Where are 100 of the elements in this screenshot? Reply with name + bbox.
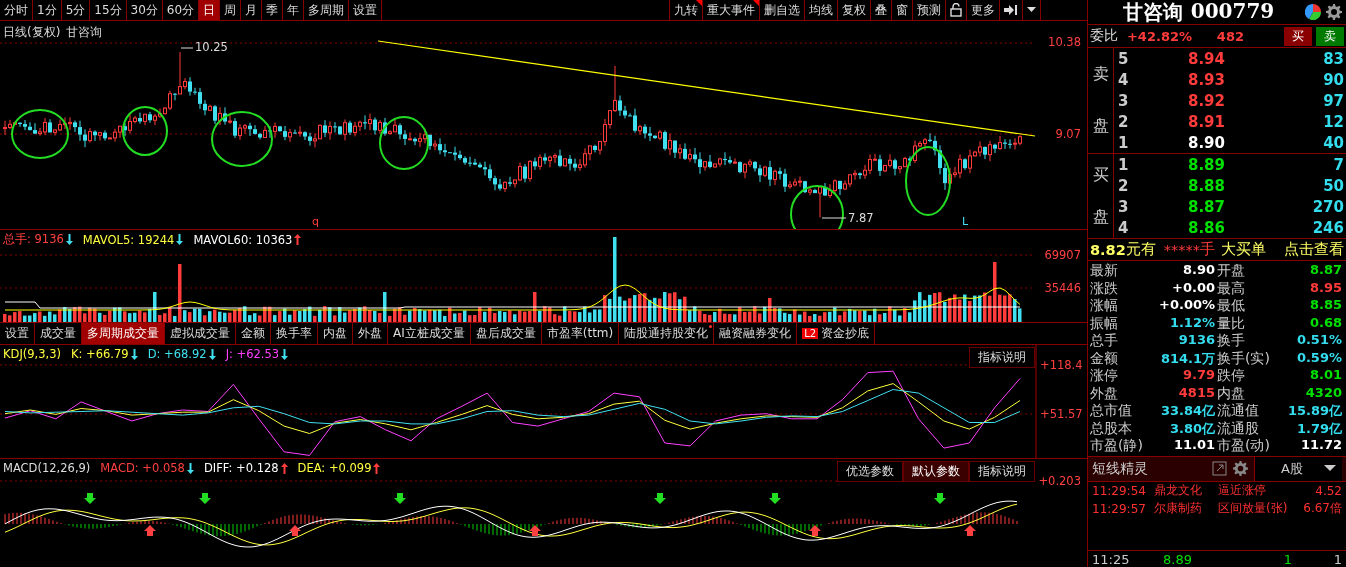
stock-code: 000779 [1190, 0, 1275, 25]
stat-value: 1.79亿 [1296, 419, 1342, 438]
indicator-button[interactable]: 默认参数 [903, 461, 969, 482]
order-volume: 246 [1311, 218, 1344, 237]
indicator-name: KDJ(9,3,3) [3, 347, 62, 361]
legend-label: DIFF: +0.128 [203, 461, 279, 475]
stat-value: +0.00% [1159, 297, 1215, 314]
indicator-button[interactable]: 指标说明 [969, 347, 1035, 368]
stat-label: 总市值 [1090, 402, 1132, 420]
legend-label: 总手: 9136 [3, 232, 64, 247]
period-tab[interactable]: 日 [199, 0, 221, 20]
stat-label: 最低 [1217, 297, 1245, 315]
stat-value: 0.59% [1296, 349, 1342, 367]
ratio-difference: 482 [1215, 28, 1244, 44]
axis-label: 9.07 [1055, 127, 1081, 141]
big-order-label: 大买单 [1221, 240, 1267, 259]
level-number: 3 [1117, 197, 1130, 216]
order-volume: 7 [1332, 155, 1344, 174]
order-price: 8.94 [1188, 49, 1225, 68]
stock-name: 甘咨询 [66, 24, 103, 41]
indicator-tab[interactable]: 陆股通持股变化 [619, 323, 715, 344]
stat-label: 跌停 [1217, 367, 1245, 385]
event-type: 逼近涨停 [1217, 482, 1267, 499]
stat-value: 8.01 [1309, 367, 1342, 384]
axis-label: 69907 [1044, 248, 1081, 262]
unit-label: 手 [1200, 240, 1216, 259]
level-number: 2 [1117, 176, 1130, 195]
axis-label: +118.4 [1040, 358, 1083, 372]
indicator-tab[interactable]: 融资融券变化 [714, 323, 798, 344]
order-price: 8.86 [1188, 218, 1225, 237]
stat-value: 8.90 [1182, 262, 1215, 279]
order-price: 8.89 [1188, 155, 1225, 174]
legend-label: D: +68.92 [147, 347, 207, 361]
big-order-text: 元有 [1125, 240, 1156, 259]
big-order-price: 8.82 [1090, 241, 1126, 258]
stat-value: 8.87 [1309, 262, 1342, 279]
order-price: 8.93 [1188, 70, 1225, 89]
stat-label: 涨跌 [1090, 279, 1118, 298]
stat-value: 0.68 [1309, 314, 1342, 332]
indicator-tab[interactable]: 盘后成交量 [470, 323, 542, 344]
indicator-tab[interactable]: 外盘 [353, 323, 388, 344]
level-number: 1 [1117, 155, 1130, 174]
indicator-button[interactable]: 优选参数 [837, 461, 903, 482]
legend-label: MAVOL60: 10363 [193, 232, 293, 247]
indicator-tab[interactable]: 多周期成交量 [82, 323, 165, 344]
stat-label: 总手 [1090, 332, 1118, 350]
stat-value: 1.12% [1169, 314, 1215, 332]
ratio-value: +42.82% [1125, 28, 1192, 44]
tick-volume: 1 [1282, 551, 1292, 567]
event-stock: 鼎龙文化 [1154, 482, 1203, 499]
indicator-button[interactable]: 指标说明 [969, 461, 1035, 482]
stat-label: 市盈(动) [1217, 437, 1270, 455]
indicator-tab[interactable]: 市盈率(ttm) [541, 323, 620, 344]
order-price: 8.92 [1188, 91, 1225, 110]
stat-label: 流通股 [1217, 419, 1259, 438]
market-dropdown[interactable]: A股 [1254, 456, 1342, 481]
order-volume: 97 [1322, 91, 1344, 110]
event-value: 6.67倍 [1303, 500, 1342, 517]
indicator-tab[interactable]: AI立桩成交量 [388, 323, 471, 344]
stat-label: 换手 [1217, 332, 1245, 350]
level-number: 3 [1117, 91, 1130, 110]
order-price: 8.88 [1188, 176, 1225, 195]
stat-value: 15.89亿 [1287, 402, 1342, 420]
side-label: 卖 [1092, 63, 1109, 85]
stat-label: 最新 [1090, 262, 1118, 280]
stat-label: 外盘 [1090, 384, 1118, 403]
tick-time: 11:25 [1092, 551, 1131, 567]
indicator-tab[interactable]: 设置 [0, 323, 35, 344]
stat-value: 0.51% [1296, 332, 1342, 349]
stat-value: 11.72 [1300, 437, 1342, 454]
axis-label: 35446 [1044, 281, 1081, 295]
order-volume: 90 [1322, 70, 1344, 89]
stock-name: 甘咨询 [1122, 0, 1183, 26]
indicator-tab[interactable]: 内盘 [318, 323, 353, 344]
event-value: 4.52 [1315, 483, 1342, 498]
side-label: 盘 [1092, 206, 1109, 228]
stat-value: +0.00 [1172, 279, 1215, 297]
indicator-tab[interactable]: 虚拟成交量 [165, 323, 236, 344]
order-price: 8.90 [1188, 133, 1225, 152]
order-volume: 40 [1322, 133, 1344, 152]
indicator-tab[interactable]: 金额 [236, 323, 271, 344]
indicator-tab[interactable]: L2 资金抄底 [797, 323, 876, 344]
masked-volume: ***** [1163, 241, 1201, 258]
event-time: 11:29:54 [1092, 483, 1147, 498]
axis-label: +0.203 [1038, 474, 1081, 488]
legend-label: K: +66.79 [71, 347, 129, 361]
sell-button[interactable]: 卖 [1316, 26, 1344, 46]
stat-value: 4815 [1178, 384, 1215, 402]
order-price: 8.91 [1188, 112, 1225, 131]
stat-label: 流通值 [1217, 402, 1259, 420]
order-volume: 12 [1322, 112, 1344, 131]
legend-label: J: +62.53 [225, 347, 280, 361]
level-number: 1 [1117, 133, 1130, 152]
view-link[interactable]: 点击查看 [1284, 240, 1344, 259]
indicator-tab[interactable]: 换手率 [271, 323, 318, 344]
event-type: 区间放量(张) [1217, 500, 1289, 517]
stat-value: 11.01 [1173, 437, 1215, 454]
stat-value: 814.1万 [1160, 349, 1215, 368]
buy-button[interactable]: 买 [1284, 26, 1312, 46]
ratio-label: 委比 [1090, 27, 1118, 45]
